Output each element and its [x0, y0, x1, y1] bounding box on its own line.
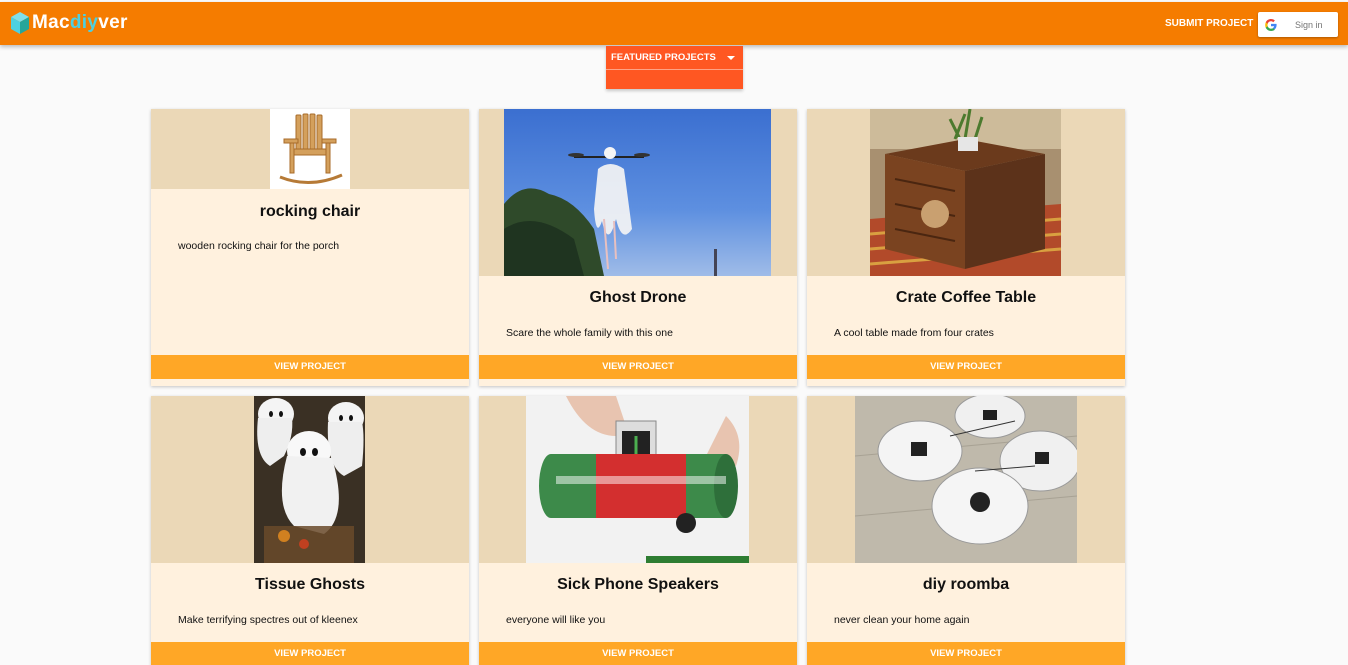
rocking-chair-picture: [279, 113, 343, 185]
project-card-sick-phone-speakers: Sick Phone Speakers everyone will like y…: [479, 396, 797, 665]
view-project-button[interactable]: VIEW PROJECT: [151, 642, 469, 665]
project-description: everyone will like you: [506, 614, 606, 626]
project-image-area: [807, 109, 1125, 276]
brand-name: Macdiyver: [32, 12, 128, 33]
project-description: never clean your home again: [834, 614, 970, 626]
project-title: rocking chair: [259, 203, 361, 220]
top-app-bar: Macdiyver SUBMIT PROJECT Sign in: [0, 2, 1348, 45]
phone-speakers-picture: [539, 396, 749, 563]
project-image-ghost-drone[interactable]: [504, 109, 771, 276]
project-image-area: [151, 109, 469, 189]
project-card-diy-roomba: diy roomba never clean your home again V…: [807, 396, 1125, 665]
tissue-ghosts-picture: [257, 398, 364, 563]
project-image-area: [479, 396, 797, 563]
view-project-button[interactable]: VIEW PROJECT: [479, 642, 797, 665]
ghost-drone-picture: [504, 147, 717, 276]
view-project-button[interactable]: VIEW PROJECT: [807, 642, 1125, 665]
sign-in-label: Sign in: [1295, 19, 1323, 30]
project-image-diy-roomba[interactable]: [855, 396, 1077, 563]
featured-projects-dropdown[interactable]: FEATURED PROJECTS: [606, 46, 743, 89]
project-title: Ghost Drone: [589, 289, 687, 306]
cube-logo-icon: [11, 12, 29, 34]
view-project-button[interactable]: VIEW PROJECT: [151, 355, 469, 379]
project-card-crate-coffee-table: Crate Coffee Table A cool table made fro…: [807, 109, 1125, 386]
project-description: Scare the whole family with this one: [506, 327, 673, 339]
project-image-area: [807, 396, 1125, 563]
google-icon: [1265, 18, 1277, 31]
submit-project-link[interactable]: SUBMIT PROJECT: [1165, 18, 1253, 29]
project-title: Sick Phone Speakers: [557, 576, 719, 593]
featured-projects-row: FEATURED PROJECTS: [606, 46, 743, 70]
project-card-ghost-drone: Ghost Drone Scare the whole family with …: [479, 109, 797, 386]
roomba-picture: [855, 396, 1077, 563]
project-image-tissue-ghosts[interactable]: [254, 396, 365, 563]
project-description: wooden rocking chair for the porch: [178, 240, 340, 252]
project-card-rocking-chair: rocking chair wooden rocking chair for t…: [151, 109, 469, 386]
project-image-rocking-chair[interactable]: [270, 109, 350, 189]
project-title: Crate Coffee Table: [895, 289, 1037, 306]
project-description: A cool table made from four crates: [834, 327, 994, 339]
project-image-crate-coffee-table[interactable]: [870, 109, 1061, 276]
project-image-sick-phone-speakers[interactable]: [526, 396, 749, 563]
view-project-button[interactable]: VIEW PROJECT: [479, 355, 797, 379]
project-image-area: [479, 109, 797, 276]
google-sign-in-button[interactable]: Sign in: [1258, 12, 1338, 37]
view-project-button[interactable]: VIEW PROJECT: [807, 355, 1125, 379]
project-title: diy roomba: [922, 576, 1010, 593]
caret-down-icon: [727, 56, 735, 60]
project-image-area: [151, 396, 469, 563]
featured-projects-label: FEATURED PROJECTS: [611, 52, 716, 63]
project-card-tissue-ghosts: Tissue Ghosts Make terrifying spectres o…: [151, 396, 469, 665]
brand-logo[interactable]: Macdiyver: [10, 8, 128, 38]
project-title: Tissue Ghosts: [255, 576, 365, 593]
project-description: Make terrifying spectres out of kleenex: [178, 614, 358, 626]
crate-table-picture: [870, 109, 1061, 276]
